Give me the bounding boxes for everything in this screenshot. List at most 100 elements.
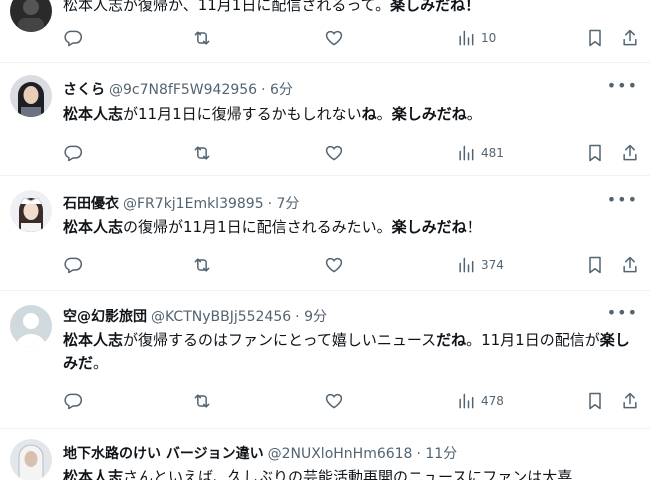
retweet-button[interactable] — [192, 389, 212, 413]
tweet-text-segment: 松本人志 — [63, 218, 124, 236]
display-name[interactable]: さくら — [63, 82, 105, 98]
views-icon — [459, 145, 474, 161]
share-icon — [623, 29, 637, 46]
views-button[interactable]: 481 — [456, 141, 504, 165]
heart-icon — [325, 393, 343, 409]
avatar[interactable] — [10, 75, 52, 117]
tweet-text: 松本人志さんといえば、久しぶりの芸能活動再開のニュースにファンは大喜 — [63, 466, 633, 480]
retweet-button[interactable] — [192, 26, 212, 50]
tweet[interactable]: さくら @9c7N8fF5W942956 · 6分 ••• 松本人志が11月1日に復… — [0, 62, 650, 175]
retweet-icon — [194, 394, 210, 408]
retweet-button[interactable] — [192, 141, 212, 165]
share-button[interactable] — [620, 26, 640, 50]
user-handle[interactable]: @KCTNyBBJj552456 — [151, 309, 291, 325]
heart-icon — [325, 145, 343, 161]
views-button[interactable]: 478 — [456, 389, 504, 413]
like-button[interactable] — [324, 141, 344, 165]
timestamp[interactable]: · 11分 — [416, 446, 457, 462]
bookmark-button[interactable] — [585, 26, 605, 50]
tweet-text: 松本人志が11月1日に復帰するかもしれないね。楽しみだね。 — [63, 103, 633, 126]
views-count: 10 — [481, 31, 497, 45]
retweet-icon — [194, 258, 210, 272]
views-button[interactable]: 374 — [456, 253, 504, 277]
user-handle[interactable]: @9c7N8fF5W942956 — [109, 82, 257, 98]
share-button[interactable] — [620, 389, 640, 413]
retweet-icon — [194, 146, 210, 160]
heart-icon — [325, 257, 343, 273]
user-handle[interactable]: @2NUXloHnHm6618 — [268, 446, 413, 462]
tweet-text-segment: 。11月1日の配信が — [466, 331, 600, 349]
tweet-text-segment: ！ — [466, 218, 482, 236]
views-count: 478 — [481, 394, 504, 408]
reply-button[interactable] — [63, 141, 83, 165]
tweet-text-segment: 楽しみだね — [391, 218, 467, 236]
bookmark-button[interactable] — [585, 389, 605, 413]
like-button[interactable] — [324, 26, 344, 50]
share-icon — [623, 256, 637, 273]
reply-icon — [64, 257, 83, 274]
retweet-icon — [194, 31, 210, 45]
tweet-text-segment: だね — [436, 331, 467, 349]
tweet[interactable]: 空@幻影旅団 @KCTNyBBJj552456 · 9分 ••• 松本人志が復帰する… — [0, 290, 650, 428]
views-icon — [459, 257, 474, 273]
heart-icon — [325, 30, 343, 46]
tweet-text-segment: 松本人志 — [63, 331, 124, 349]
tweet-text-segment: 松本人志が復帰か、11月1日に配信されるって。 — [63, 0, 391, 14]
avatar[interactable] — [10, 439, 52, 480]
tweet-text: 松本人志の復帰が11月1日に配信されるみたい。楽しみだね！ — [63, 216, 633, 239]
tweet-text: 松本人志が復帰か、11月1日に配信されるって。楽しみだね！ — [63, 0, 633, 17]
more-options-icon[interactable]: ••• — [607, 303, 638, 322]
tweet[interactable]: 松本人志が復帰か、11月1日に配信されるって。楽しみだね！ 10 — [0, 0, 650, 62]
views-icon — [459, 30, 474, 46]
views-button[interactable]: 10 — [456, 26, 496, 50]
reply-icon — [64, 145, 83, 162]
reply-button[interactable] — [63, 253, 83, 277]
avatar[interactable] — [10, 0, 52, 32]
tweet-text: 松本人志が復帰するのはファンにとって嬉しいニュースだね。11月1日の配信が楽しみ… — [63, 329, 633, 375]
tweet-text-segment: ね — [361, 105, 377, 123]
bookmark-button[interactable] — [585, 141, 605, 165]
tweet-text-segment: 。 — [93, 354, 109, 372]
share-icon — [623, 392, 637, 409]
tweet[interactable]: 石田優衣 @FR7kj1Emkl39895 · 7分 ••• 松本人志の復帰が11月… — [0, 175, 650, 290]
tweet[interactable]: 地下水路のけい バージョン違い @2NUXloHnHm6618 · 11分 松本人志… — [0, 428, 650, 480]
timestamp[interactable]: · 6分 — [261, 82, 293, 98]
views-icon — [459, 393, 474, 409]
reply-icon — [64, 30, 83, 47]
reply-icon — [64, 393, 83, 410]
display-name[interactable]: 空@幻影旅団 — [63, 309, 147, 325]
bookmark-icon — [589, 256, 601, 274]
bookmark-button[interactable] — [585, 253, 605, 277]
views-count: 481 — [481, 146, 504, 160]
like-button[interactable] — [324, 253, 344, 277]
user-handle[interactable]: @FR7kj1Emkl39895 — [123, 196, 264, 212]
more-options-icon[interactable]: ••• — [607, 76, 638, 95]
tweet-text-segment: 楽しみだね — [391, 105, 467, 123]
bookmark-icon — [589, 29, 601, 47]
tweet-text-segment: が11月1日に復帰するかもしれない — [123, 105, 362, 123]
tweet-text-segment: 松本人志 — [63, 468, 124, 480]
views-count: 374 — [481, 258, 504, 272]
tweet-text-segment: が復帰するのはファンにとって嬉しいニュース — [123, 331, 437, 349]
bookmark-icon — [589, 392, 601, 410]
tweet-text-segment: 松本人志 — [63, 105, 124, 123]
tweet-text-segment: さんといえば、久しぶりの芸能活動再開のニュースにファンは大喜 — [123, 468, 573, 480]
tweet-text-segment: 楽しみだね！ — [390, 0, 481, 14]
timestamp[interactable]: · 9分 — [295, 309, 327, 325]
timestamp[interactable]: · 7分 — [268, 196, 300, 212]
avatar[interactable] — [10, 190, 52, 232]
tweet-text-segment: 。 — [376, 105, 392, 123]
like-button[interactable] — [324, 389, 344, 413]
reply-button[interactable] — [63, 389, 83, 413]
share-button[interactable] — [620, 141, 640, 165]
bookmark-icon — [589, 144, 601, 162]
display-name[interactable]: 石田優衣 — [63, 196, 119, 212]
share-icon — [623, 144, 637, 161]
reply-button[interactable] — [63, 26, 83, 50]
share-button[interactable] — [620, 253, 640, 277]
tweet-text-segment: の復帰が11月1日に配信されるみたい。 — [123, 218, 392, 236]
more-options-icon[interactable]: ••• — [607, 190, 638, 209]
display-name[interactable]: 地下水路のけい バージョン違い — [63, 446, 264, 462]
retweet-button[interactable] — [192, 253, 212, 277]
avatar[interactable] — [10, 305, 52, 347]
